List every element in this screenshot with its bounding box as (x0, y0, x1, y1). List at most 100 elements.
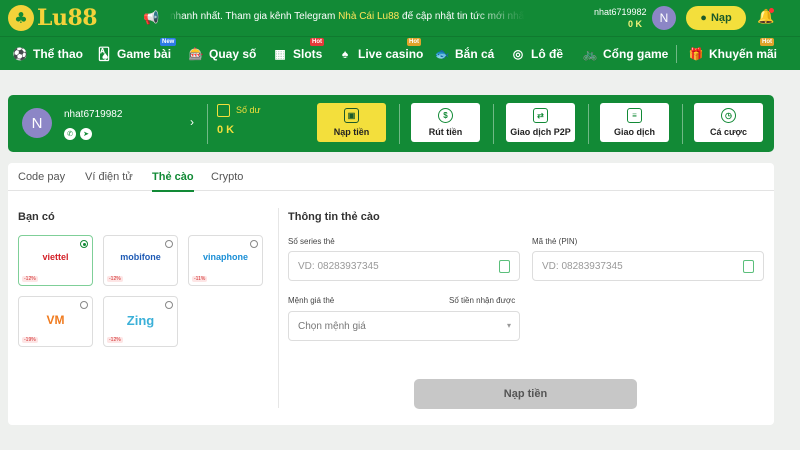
discount-badge: -11% (192, 276, 208, 282)
provider-section-title: Bạn có (18, 211, 55, 223)
pin-label: Mã thẻ (PIN) (532, 237, 578, 246)
paste-icon[interactable] (740, 257, 754, 273)
radio-button[interactable] (250, 240, 258, 248)
deposit-button[interactable]: ● Nạp (686, 6, 746, 30)
nav-divider (676, 45, 677, 63)
hot-badge: Hot (760, 38, 774, 46)
serial-input[interactable]: VD: 08283937345 (288, 251, 520, 281)
nav-item-card-games[interactable]: 🂡 Game bài New (96, 38, 177, 64)
tab-e-wallet[interactable]: Ví điện tử (85, 171, 133, 183)
deposit-action-button[interactable]: ▣ Nạp tiền (317, 103, 386, 142)
nav-item-slots[interactable]: ▦ Slots Hot (272, 38, 324, 64)
deposit-button-label: Nạp (710, 12, 732, 24)
hot-badge: Hot (310, 38, 324, 46)
pin-input[interactable]: VD: 08283937345 (532, 251, 764, 281)
bets-button[interactable]: ◷ Cá cược (694, 103, 763, 142)
nav-item-fishing[interactable]: 🐟 Bắn cá (434, 44, 495, 64)
top-bar: ♣ Lu88 📢 nhanh nhất. Tham gia kênh Teleg… (0, 0, 800, 36)
nav-item-label: Quay số (209, 47, 257, 61)
provider-mobifone[interactable]: mobifone -12% (103, 235, 178, 286)
divider (207, 104, 208, 144)
avatar[interactable]: N (22, 108, 52, 138)
action-label: Giao dịch P2P (510, 127, 571, 137)
serial-label: Số series thẻ (288, 237, 335, 246)
action-label: Cá cược (710, 127, 747, 137)
divider (682, 104, 683, 144)
radio-button[interactable] (80, 301, 88, 309)
panel-divider (278, 208, 279, 408)
tab-crypto[interactable]: Crypto (211, 171, 243, 183)
clover-icon: ♣ (8, 5, 34, 31)
card-info-title: Thông tin thẻ cào (288, 211, 380, 223)
paste-icon[interactable] (496, 257, 510, 273)
gift-icon: 🎁 (688, 47, 704, 61)
bell-icon[interactable]: 🔔 (757, 8, 774, 26)
nav-item-live-casino[interactable]: ♠ Live casino Hot (337, 38, 423, 64)
soccer-icon: ⚽ (12, 47, 28, 61)
notification-dot (769, 8, 774, 13)
account-summary-bar: N nhat6719982 ✆ ➤ › Số dư 0 K ▣ Nạp tiền… (8, 95, 774, 152)
payment-tabs: Code pay Ví điện tử Thẻ cào Crypto (8, 163, 774, 192)
radio-button[interactable] (165, 301, 173, 309)
nav-item-label: Game bài (117, 47, 172, 61)
nav-item-label: Cổng game (603, 47, 669, 61)
vietnamobile-logo: VM (46, 313, 65, 327)
submit-deposit-button[interactable]: Nạp tiền (414, 379, 637, 409)
nav-item-label: Slots (293, 47, 323, 61)
p2p-icon: ⇄ (533, 108, 548, 123)
nav-item-label: Lô đề (531, 47, 563, 61)
nav-item-lottery[interactable]: 🎰 Quay số (188, 44, 257, 64)
action-label: Rút tiền (428, 127, 463, 137)
wallet-icon: ▣ (344, 108, 359, 123)
cards-icon: 🂡 (97, 47, 111, 61)
provider-zing[interactable]: Zing -12% (103, 296, 178, 347)
receive-amount-label: Số tiền nhận được (449, 296, 516, 305)
provider-vietnamobile[interactable]: VM -19% (18, 296, 93, 347)
main-nav: ⚽ Thể thao 🂡 Game bài New 🎰 Quay số ▦ Sl… (0, 36, 800, 70)
nav-item-sports[interactable]: ⚽ Thể thao (12, 44, 83, 64)
slots-icon: ▦ (274, 47, 286, 61)
radio-button[interactable] (80, 240, 88, 248)
vinaphone-logo: vinaphone (202, 252, 248, 262)
nav-item-promotions[interactable]: 🎁 Khuyến mãi Hot (688, 38, 777, 64)
avatar[interactable]: N (652, 6, 676, 30)
tab-code-pay[interactable]: Code pay (18, 171, 65, 183)
nav-item-label: Thể thao (33, 47, 83, 61)
denomination-select[interactable]: Chọn mệnh giá ▾ (288, 311, 520, 341)
bicycle-icon: 🚲 (582, 47, 598, 61)
transactions-button[interactable]: ≡ Giao dịch (600, 103, 669, 142)
provider-vinaphone[interactable]: vinaphone -11% (188, 235, 263, 286)
withdraw-icon: $ (438, 108, 453, 123)
wallet-icon (217, 104, 230, 117)
balls-icon: ◎ (512, 47, 524, 61)
balance-value: 0 K (217, 124, 235, 136)
action-label: Giao dịch (613, 127, 655, 137)
nav-item-lode[interactable]: ◎ Lô đề (510, 44, 563, 64)
telegram-icon: ➤ (80, 128, 92, 140)
top-user-info[interactable]: nhat6719982 0 K (594, 7, 647, 30)
chevron-down-icon: ▾ (506, 321, 511, 330)
hot-badge: Hot (407, 38, 421, 46)
clock-icon: ◷ (721, 108, 736, 123)
discount-badge: -12% (22, 276, 38, 282)
withdraw-button[interactable]: $ Rút tiền (411, 103, 480, 142)
profile-username: nhat6719982 (64, 109, 123, 120)
tab-scratch-card[interactable]: Thẻ cào (152, 171, 194, 192)
pin-placeholder: VD: 08283937345 (542, 260, 623, 272)
serial-placeholder: VD: 08283937345 (298, 260, 379, 272)
radio-button[interactable] (165, 240, 173, 248)
p2p-transaction-button[interactable]: ⇄ Giao dịch P2P (506, 103, 575, 142)
chevron-right-icon[interactable]: › (190, 115, 194, 129)
nav-item-label: Bắn cá (455, 47, 495, 61)
provider-viettel[interactable]: viettel -12% (18, 235, 93, 286)
nav-item-game-portal[interactable]: 🚲 Cổng game (582, 44, 669, 64)
dealer-icon: ♠ (341, 47, 349, 61)
brand-logo[interactable]: ♣ Lu88 (8, 4, 98, 32)
discount-badge: -12% (107, 276, 123, 282)
new-badge: New (160, 38, 177, 46)
divider (588, 104, 589, 144)
deposit-card: Code pay Ví điện tử Thẻ cào Crypto Bạn c… (8, 163, 774, 425)
announcement-post: để cập nhật tin tức mới nhất về mọi hoạt… (402, 11, 525, 22)
divider (399, 104, 400, 144)
announcement-highlight[interactable]: Nhà Cái Lu88 (338, 11, 399, 22)
